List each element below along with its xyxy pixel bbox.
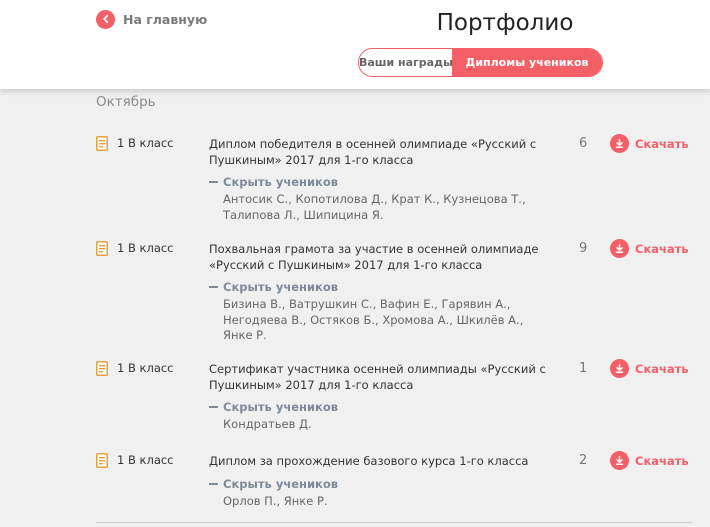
hide-students-toggle[interactable]: Скрыть учеников (209, 400, 338, 414)
back-to-home-link[interactable]: На главную (96, 9, 207, 29)
download-button[interactable]: Скачать (610, 134, 689, 153)
student-list: Антосик С., Копотилова Д., Крат К., Кузн… (223, 192, 526, 222)
chevron-left-icon (96, 9, 115, 29)
list-divider (96, 522, 692, 523)
student-list: Орлов П., Янке Р. (223, 494, 328, 508)
download-icon (610, 451, 629, 470)
award-title: Сертификат участника осенней олимпиады «… (209, 362, 546, 392)
hide-students-label: Скрыть учеников (223, 175, 338, 189)
document-icon (96, 453, 108, 468)
download-label: Скачать (635, 453, 689, 468)
download-button[interactable]: Скачать (610, 239, 689, 258)
tab-your-awards[interactable]: Ваши награды (359, 49, 453, 76)
class-label: 1 В класс (117, 136, 174, 150)
hide-students-toggle[interactable]: Скрыть учеников (209, 280, 338, 294)
class-label: 1 В класс (117, 361, 174, 375)
download-icon (610, 134, 629, 153)
minus-icon (209, 181, 218, 183)
hide-students-toggle[interactable]: Скрыть учеников (209, 477, 338, 491)
award-title: Диплом победителя в осенней олимпиаде «Р… (209, 137, 537, 167)
class-label: 1 В класс (117, 453, 174, 467)
download-button[interactable]: Скачать (610, 359, 689, 378)
download-label: Скачать (635, 361, 689, 376)
hide-students-label: Скрыть учеников (223, 477, 338, 491)
student-count: 9 (579, 241, 588, 256)
hide-students-label: Скрыть учеников (223, 400, 338, 414)
student-list: Бизина В., Ватрушкин С., Вафин Е., Гаряв… (223, 297, 524, 342)
download-icon (610, 239, 629, 258)
download-button[interactable]: Скачать (610, 451, 689, 470)
student-count: 1 (579, 361, 588, 376)
back-link-label: На главную (123, 11, 208, 27)
minus-icon (209, 406, 218, 408)
document-icon (96, 361, 108, 376)
tab-student-diplomas[interactable]: Дипломы учеников (452, 49, 602, 76)
portfolio-tabs: Ваши награды Дипломы учеников (358, 48, 603, 77)
minus-icon (209, 483, 218, 485)
hide-students-label: Скрыть учеников (223, 280, 338, 294)
award-title: Диплом за прохождение базового курса 1-г… (209, 454, 529, 468)
download-label: Скачать (635, 136, 689, 151)
student-count: 2 (579, 453, 588, 468)
download-label: Скачать (635, 241, 689, 256)
student-count: 6 (579, 136, 588, 151)
class-label: 1 В класс (117, 241, 174, 255)
download-icon (610, 359, 629, 378)
hide-students-toggle[interactable]: Скрыть учеников (209, 175, 338, 189)
document-icon (96, 136, 108, 151)
document-icon (96, 241, 108, 256)
header: На главную Портфолио Ваши награды Диплом… (0, 0, 710, 89)
month-heading: Октябрь (96, 94, 156, 110)
minus-icon (209, 286, 218, 288)
page-title: Портфолио (436, 10, 574, 36)
student-list: Кондратьев Д. (223, 417, 312, 431)
award-title: Похвальная грамота за участие в осенней … (209, 242, 539, 272)
